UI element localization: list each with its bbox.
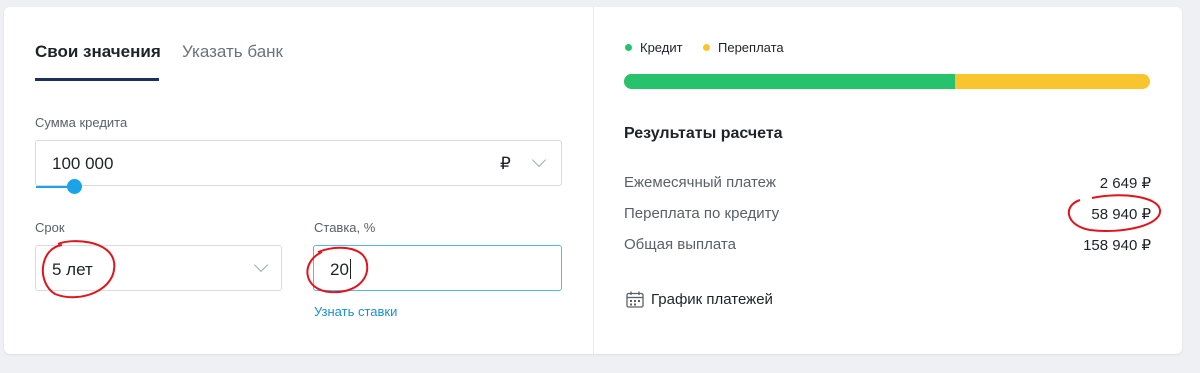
active-tab-indicator: [35, 78, 159, 81]
payment-schedule-link[interactable]: График платежей: [651, 291, 773, 308]
overpayment-value: 58 940 ₽: [1091, 206, 1151, 223]
chevron-down-icon[interactable]: [253, 257, 269, 273]
term-value: 5 лет: [52, 260, 93, 279]
total-payment-label: Общая выплата: [624, 236, 736, 253]
calendar-icon[interactable]: [626, 291, 644, 308]
check-rates-link[interactable]: Узнать ставки: [314, 304, 397, 319]
loan-amount-slider-handle[interactable]: [67, 179, 82, 194]
legend-credit-dot: [625, 44, 632, 51]
breakdown-bar: [624, 74, 1150, 89]
overpayment-label: Переплата по кредиту: [624, 205, 780, 222]
breakdown-bar-credit: [624, 74, 955, 89]
legend-credit-label: Кредит: [640, 40, 683, 55]
monthly-payment-label: Ежемесячный платеж: [624, 174, 776, 191]
rate-value: 20: [330, 260, 349, 279]
tab-choose-bank[interactable]: Указать банк: [182, 42, 283, 62]
loan-amount-value: 100 000: [52, 154, 114, 173]
loan-amount-label: Сумма кредита: [35, 115, 128, 130]
results-title: Результаты расчета: [624, 125, 783, 142]
legend-overpay-dot: [703, 44, 710, 51]
legend-overpay-label: Переплата: [718, 40, 784, 55]
rate-input[interactable]: 20: [313, 245, 562, 291]
panel-divider: [593, 7, 594, 354]
ruble-currency-icon: ₽: [500, 154, 511, 173]
rate-label: Ставка, %: [314, 220, 376, 235]
chevron-down-icon[interactable]: [531, 152, 547, 168]
monthly-payment-value: 2 649 ₽: [1099, 175, 1151, 192]
text-cursor: [350, 259, 351, 279]
tab-own-values[interactable]: Свои значения: [35, 42, 161, 62]
term-label: Срок: [35, 220, 65, 235]
calculator-card: Свои значения Указать банк Сумма кредита…: [4, 7, 1182, 354]
total-payment-value: 158 940 ₽: [1083, 237, 1151, 254]
loan-amount-field[interactable]: 100 000 ₽: [35, 140, 562, 186]
term-select[interactable]: 5 лет: [35, 245, 282, 291]
